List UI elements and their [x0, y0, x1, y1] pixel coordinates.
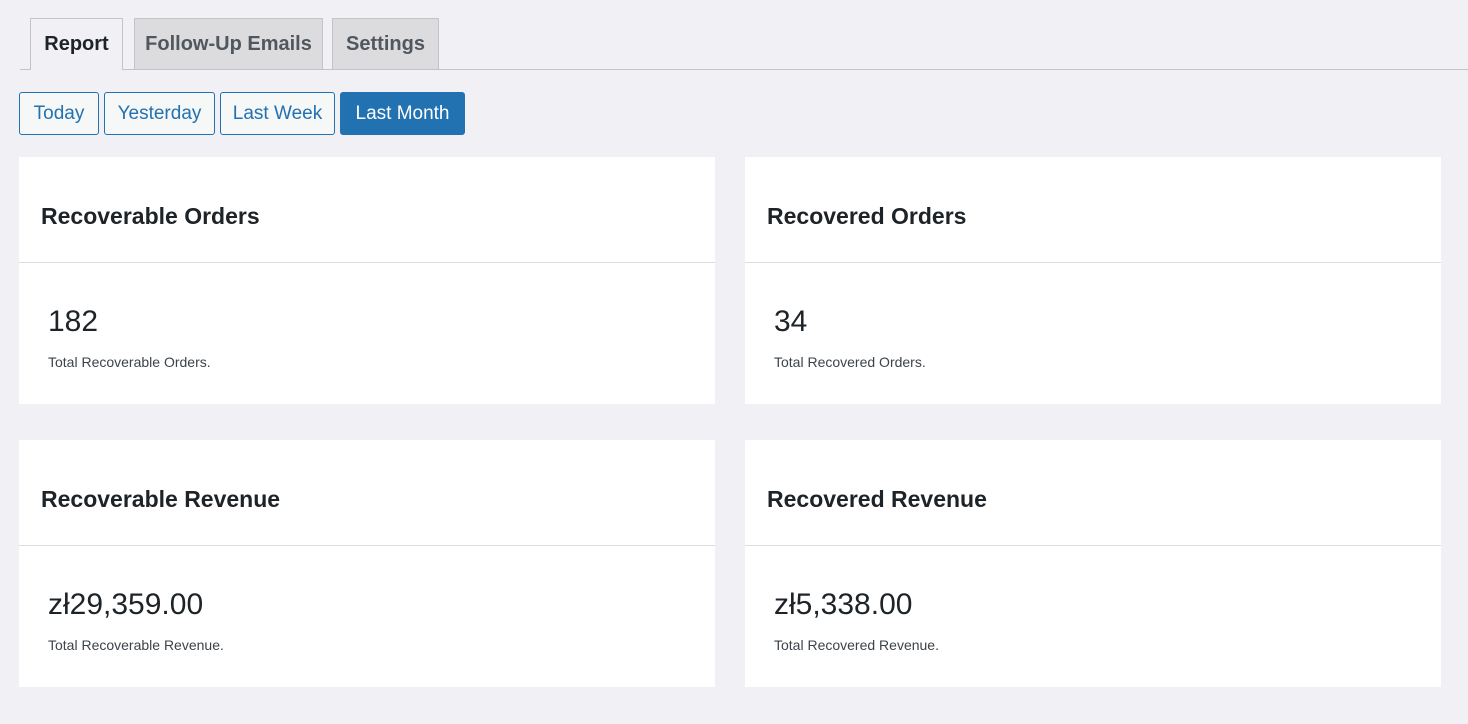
- tab-settings[interactable]: Settings: [332, 18, 439, 70]
- recoverable-orders-card: Recoverable Orders 182 Total Recoverable…: [19, 157, 715, 404]
- card-header: Recoverable Orders: [19, 157, 715, 263]
- last-week-button[interactable]: Last Week: [220, 92, 335, 135]
- card-header: Recovered Orders: [745, 157, 1441, 263]
- card-description: Total Recovered Revenue.: [774, 637, 939, 653]
- recovered-revenue-value: zł5,338.00: [774, 588, 913, 621]
- card-description: Total Recovered Orders.: [774, 354, 926, 370]
- card-title: Recovered Revenue: [767, 486, 987, 512]
- yesterday-button[interactable]: Yesterday: [104, 92, 215, 135]
- recoverable-orders-value: 182: [48, 305, 99, 338]
- today-button[interactable]: Today: [19, 92, 99, 135]
- card-description: Total Recoverable Orders.: [48, 354, 211, 370]
- last-month-button[interactable]: Last Month: [340, 92, 465, 135]
- recoverable-revenue-value: zł29,359.00: [48, 588, 204, 621]
- card-header: Recovered Revenue: [745, 440, 1441, 546]
- card-header: Recoverable Revenue: [19, 440, 715, 546]
- tab-report[interactable]: Report: [30, 18, 123, 70]
- card-title: Recovered Orders: [767, 203, 967, 229]
- report-page: Report Follow-Up Emails Settings Today Y…: [0, 0, 1468, 724]
- card-description: Total Recoverable Revenue.: [48, 637, 224, 653]
- recovered-orders-value: 34: [774, 305, 808, 338]
- recovered-orders-card: Recovered Orders 34 Total Recovered Orde…: [745, 157, 1441, 404]
- recovered-revenue-card: Recovered Revenue zł5,338.00 Total Recov…: [745, 440, 1441, 687]
- card-title: Recoverable Revenue: [41, 486, 281, 512]
- tab-follow-up-emails[interactable]: Follow-Up Emails: [134, 18, 323, 70]
- tab-bar: Report Follow-Up Emails Settings: [0, 0, 1468, 70]
- recoverable-revenue-card: Recoverable Revenue zł29,359.00 Total Re…: [19, 440, 715, 687]
- card-title: Recoverable Orders: [41, 203, 260, 229]
